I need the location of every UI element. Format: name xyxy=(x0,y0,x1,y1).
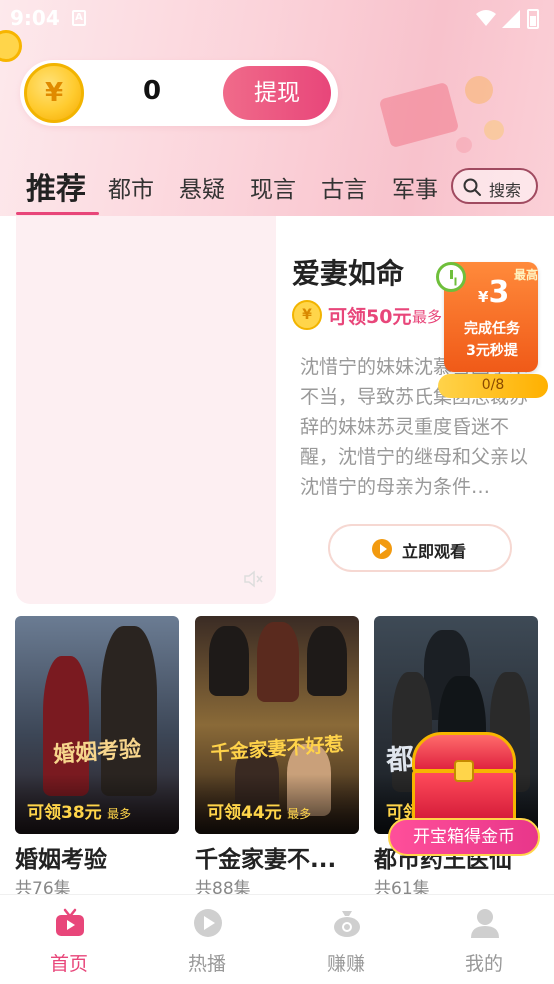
tab-ancient-romance[interactable]: 古言 xyxy=(321,170,367,204)
mute-icon[interactable] xyxy=(242,568,264,590)
task-currency: ¥ xyxy=(478,288,489,306)
watch-now-label: 立即观看 xyxy=(402,542,467,561)
drama-reward-suffix: 最多 xyxy=(107,807,132,821)
bottom-navigation: 首页 热播 赚赚 我的 xyxy=(0,894,554,984)
coin-icon: ¥ xyxy=(292,300,322,330)
open-treasure-button[interactable]: 开宝箱得金币 xyxy=(388,818,540,856)
nav-trending[interactable]: 热播 xyxy=(138,895,276,984)
tab-recommend[interactable]: 推荐 xyxy=(26,164,86,208)
featured-reward-amount: 可领50元 xyxy=(328,306,412,328)
money-bag-icon xyxy=(334,911,360,937)
task-line-2: 3元秒提 xyxy=(466,343,518,359)
drama-reward-suffix: 最多 xyxy=(287,807,312,821)
notification-icon: A xyxy=(72,10,86,26)
task-progress-text: 0/8 xyxy=(481,377,505,393)
nav-home[interactable]: 首页 xyxy=(0,895,138,984)
featured-title[interactable]: 爱妻如命 xyxy=(292,252,404,292)
red-envelope-decoration xyxy=(380,76,504,153)
signal-battery-icons xyxy=(476,9,539,29)
drama-reward: 可领44元 最多 xyxy=(207,798,311,823)
drama-reward-amount: 可领38元 xyxy=(27,803,102,823)
status-bar: 9:04 A xyxy=(0,0,554,36)
poster-title-art: 千金家妻不好惹 xyxy=(209,733,345,765)
withdraw-button[interactable]: 提现 xyxy=(223,66,331,120)
nav-trending-label: 热播 xyxy=(187,953,226,975)
task-progress-bar: 0/8 xyxy=(438,374,548,398)
chest-lock-icon xyxy=(454,760,474,782)
poster-figure xyxy=(307,626,347,696)
gold-coin-icon: ¥ xyxy=(24,63,84,123)
nav-profile[interactable]: 我的 xyxy=(415,895,553,984)
clock-icon xyxy=(436,262,466,292)
status-time: 9:04 xyxy=(10,6,60,30)
nav-earn[interactable]: 赚赚 xyxy=(277,895,415,984)
drama-poster[interactable]: 千金家妻不好惹 可领44元 最多 xyxy=(195,616,359,834)
tab-urban[interactable]: 都市 xyxy=(108,170,154,204)
poster-figure xyxy=(257,622,299,702)
task-reward-widget[interactable]: 最高 ¥3 完成任务 3元秒提 0/8 xyxy=(436,262,548,398)
search-label: 搜索 xyxy=(489,181,522,200)
search-icon xyxy=(463,178,481,196)
drama-title[interactable]: 婚姻考验 xyxy=(15,840,179,874)
play-circle-icon xyxy=(372,539,392,559)
active-tab-underline xyxy=(16,212,99,215)
coin-balance: 0 xyxy=(142,76,162,106)
nav-earn-label: 赚赚 xyxy=(326,953,365,975)
wallet-pill: ¥ 0 提现 xyxy=(20,60,338,126)
nav-profile-label: 我的 xyxy=(464,953,503,975)
tv-icon xyxy=(56,908,84,936)
task-amount-value: 3 xyxy=(488,275,510,310)
task-line-1: 完成任务 xyxy=(464,321,520,337)
poster-figure xyxy=(101,626,157,796)
search-button[interactable]: 搜索 xyxy=(451,168,538,204)
tab-military[interactable]: 军事 xyxy=(392,170,438,204)
tab-modern-romance[interactable]: 现言 xyxy=(250,170,296,204)
nav-home-label: 首页 xyxy=(49,953,88,975)
category-tabs: 推荐 都市 悬疑 现言 古言 军事 搜索 xyxy=(0,160,554,216)
drama-poster[interactable]: 婚姻考验 可领38元 最多 xyxy=(15,616,179,834)
person-icon xyxy=(471,909,499,938)
featured-video-player[interactable] xyxy=(16,216,276,604)
poster-figure xyxy=(209,626,249,696)
task-amount: ¥3 xyxy=(478,278,509,312)
tab-suspense[interactable]: 悬疑 xyxy=(179,170,225,204)
drama-title[interactable]: 千金家妻不... xyxy=(195,840,359,874)
drama-reward: 可领38元 最多 xyxy=(27,798,131,823)
play-icon xyxy=(194,909,222,937)
watch-now-button[interactable]: 立即观看 xyxy=(328,524,512,572)
drama-reward-amount: 可领44元 xyxy=(207,803,282,823)
task-most-label: 最高 xyxy=(514,268,539,282)
